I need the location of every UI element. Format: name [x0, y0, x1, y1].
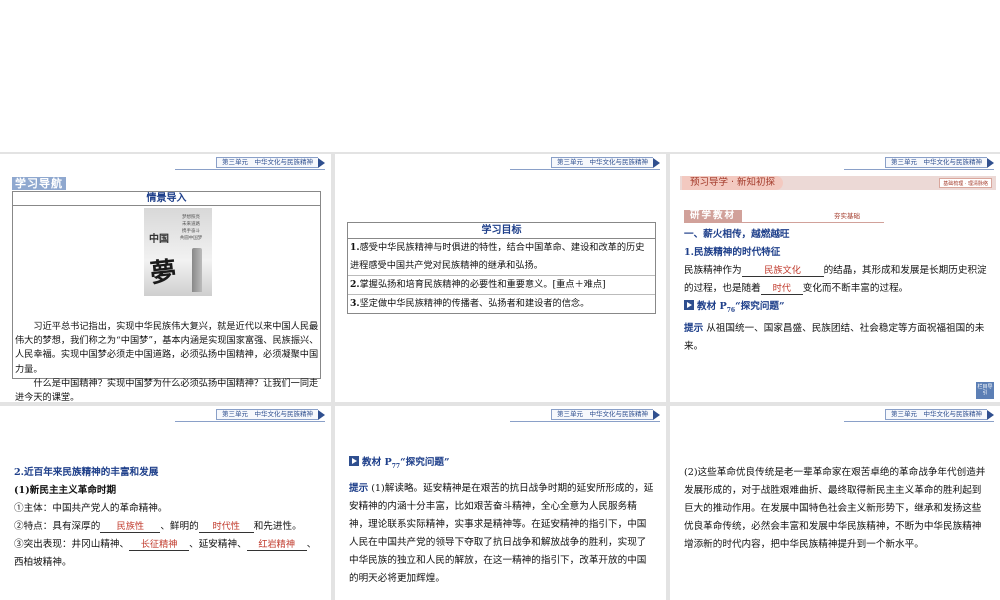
scenario-intro-box: 情景导入 梦想照亮 未来道路 携手奋斗 共圆中国梦 中国 夢 习近平总书记指出，… — [12, 191, 321, 402]
section-heading: 2.近百年来民族精神的丰富和发展 — [14, 467, 159, 478]
chinese-dream-image: 梦想照亮 未来道路 携手奋斗 共圆中国梦 中国 夢 — [144, 208, 212, 296]
unit-header-label: 第三单元 中华文化与民族精神 — [885, 409, 987, 420]
slide-5[interactable]: 第三单元 中华文化与民族精神 教材 P77“探究问题” 提示 (1)解读略。延安精… — [335, 406, 666, 600]
intro-paragraph-2: 什么是中国精神？实现中国梦为什么必须弘扬中国精神？让我们一同走进今天的课堂。 — [15, 377, 319, 402]
study-textbook-banner: 研学教材 — [684, 210, 743, 222]
header-rule — [510, 421, 660, 422]
unit-header-label: 第三单元 中华文化与民族精神 — [551, 409, 653, 420]
slide6-body: (2)这些革命优良传统是老一辈革命家在艰苦卓绝的革命战争年代创造并发展形成的，对… — [684, 467, 986, 550]
huabiao-pillar-icon — [192, 248, 202, 292]
header-arrow-icon — [653, 409, 660, 420]
preview-section-tag: 基础梳理 · 理清脉络 — [939, 178, 992, 188]
header-arrow-icon — [318, 409, 325, 420]
unit-header-label: 第三单元 中华文化与民族精神 — [885, 157, 987, 168]
image-seal: 中国 — [149, 234, 169, 245]
slide-2[interactable]: 第三单元 中华文化与民族精神 学习目标 1.感受中华民族精神与时俱进的特性，结合… — [335, 154, 666, 402]
header-rule — [844, 169, 994, 170]
slide4-body: 2.近百年来民族精神的丰富和发展 (1)新民主主义革命时期 ①主体：中国共产党人… — [14, 464, 324, 572]
goal-item: 1.感受中华民族精神与时俱进的特性，结合中国革命、建设和改革的历史进程感受中国共… — [348, 239, 655, 276]
header-rule — [510, 169, 660, 170]
top-blank-area — [0, 0, 1000, 152]
learning-goals-box: 学习目标 1.感受中华民族精神与时俱进的特性，结合中国革命、建设和改革的历史进程… — [347, 222, 656, 314]
learning-goals-title: 学习目标 — [348, 223, 655, 239]
header-arrow-icon — [318, 157, 325, 168]
unit-header-label: 第三单元 中华文化与民族精神 — [551, 157, 653, 168]
answer-blank: 时代 — [760, 283, 803, 295]
answer-blank: 民族文化 — [741, 265, 824, 277]
header-rule — [175, 169, 325, 170]
hint-label: 提示 — [684, 322, 704, 334]
fill-blank-line: ②特点：具有深厚的 民族性 、鲜明的 时代性 和先进性。 — [14, 521, 302, 533]
goal-item: 2.掌握弘扬和培育民族精神的必要性和重要意义。[重点＋难点] — [348, 276, 655, 295]
unit-header-label: 第三单元 中华文化与民族精神 — [216, 409, 318, 420]
subsection-heading: (1)新民主主义革命时期 — [14, 485, 117, 496]
unit-header: 第三单元 中华文化与民族精神 — [216, 157, 325, 168]
study-guide-banner: 学习导航 — [12, 177, 66, 190]
header-arrow-icon — [987, 157, 994, 168]
subsection-heading: 1.民族精神的时代特征 — [684, 247, 781, 258]
slide-3[interactable]: 第三单元 中华文化与民族精神 预习导学 · 新知初探 基础梳理 · 理清脉络 研… — [670, 154, 1000, 402]
header-arrow-icon — [987, 409, 994, 420]
answer-blank: 长征精神 — [129, 539, 190, 551]
scenario-intro-title: 情景导入 — [13, 192, 320, 206]
intro-paragraph-1: 习近平总书记指出，实现中华民族伟大复兴，就是近代以来中国人民最伟大的梦想，我们称… — [15, 321, 319, 375]
goal-item: 3.坚定做中华民族精神的传播者、弘扬者和建设者的信念。 — [350, 298, 590, 309]
slide-4[interactable]: 第三单元 中华文化与民族精神 2.近百年来民族精神的丰富和发展 (1)新民主主义… — [0, 406, 331, 600]
unit-header-label: 第三单元 中华文化与民族精神 — [216, 157, 318, 168]
study-rule — [684, 222, 884, 223]
dream-calligraphy: 夢 — [148, 256, 178, 290]
answer-blank: 民族性 — [100, 521, 161, 533]
unit-header: 第三单元 中华文化与民族精神 — [551, 409, 660, 420]
answer-blank: 红岩精神 — [246, 539, 307, 551]
fill-blank-paragraph: 民族精神作为 民族文化 的结晶，其形成和发展是长期历史积淀的过程，也是随着 时代 变化而… — [684, 265, 987, 295]
section-nav-button[interactable]: 栏目导引 — [976, 382, 994, 399]
point-line: ①主体：中国共产党人的革命精神。 — [14, 503, 168, 514]
slide-1[interactable]: 第三单元 中华文化与民族精神 学习导航 情景导入 梦想照亮 未来道路 携手奋斗 … — [0, 154, 331, 402]
scenario-intro-text: 习近平总书记指出，实现中华民族伟大复兴，就是近代以来中国人民最伟大的梦想，我们称… — [15, 320, 319, 402]
hint-paragraph: 提示 从祖国统一、国家昌盛、民族团结、社会稳定等方面祝福祖国的未来。 — [684, 322, 985, 352]
unit-header: 第三单元 中华文化与民族精神 — [885, 157, 994, 168]
answer-blank: 时代性 — [198, 521, 254, 533]
section-heading: 一、薪火相传，越燃越旺 — [684, 229, 790, 240]
slide-6[interactable]: 第三单元 中华文化与民族精神 (2)这些革命优良传统是老一辈革命家在艰苦卓绝的革… — [670, 406, 1000, 600]
header-rule — [175, 421, 325, 422]
play-icon — [349, 456, 359, 466]
unit-header: 第三单元 中华文化与民族精神 — [551, 157, 660, 168]
textbook-reference: 教材 P77“探究问题” — [349, 454, 655, 476]
slide3-body: 一、薪火相传，越燃越旺 1.民族精神的时代特征 民族精神作为 民族文化 的结晶，其形… — [684, 226, 990, 356]
preview-section-label: 预习导学 · 新知初探 — [682, 176, 784, 190]
study-textbook-subtitle: 夯实基础 — [834, 212, 860, 220]
play-icon — [684, 300, 694, 310]
slide5-body: 教材 P77“探究问题” 提示 (1)解读略。延安精神是在艰苦的抗日战争时期的延安… — [349, 454, 655, 588]
poem-lines: 梦想照亮 未来道路 携手奋斗 共圆中国梦 — [179, 215, 203, 241]
unit-header: 第三单元 中华文化与民族精神 — [216, 409, 325, 420]
textbook-reference: 教材 P76“探究问题” — [684, 298, 990, 320]
header-rule — [844, 421, 994, 422]
fill-blank-line: ③突出表现：井冈山精神、 长征精神 、延安精神、 红岩精神 、西柏坡精神。 — [14, 539, 317, 568]
header-arrow-icon — [653, 157, 660, 168]
unit-header: 第三单元 中华文化与民族精神 — [885, 409, 994, 420]
hint-label: 提示 — [349, 482, 369, 494]
hint-paragraph: 提示 (1)解读略。延安精神是在艰苦的抗日战争时期的延安所形成的，延安精神的内涵十… — [349, 482, 654, 584]
